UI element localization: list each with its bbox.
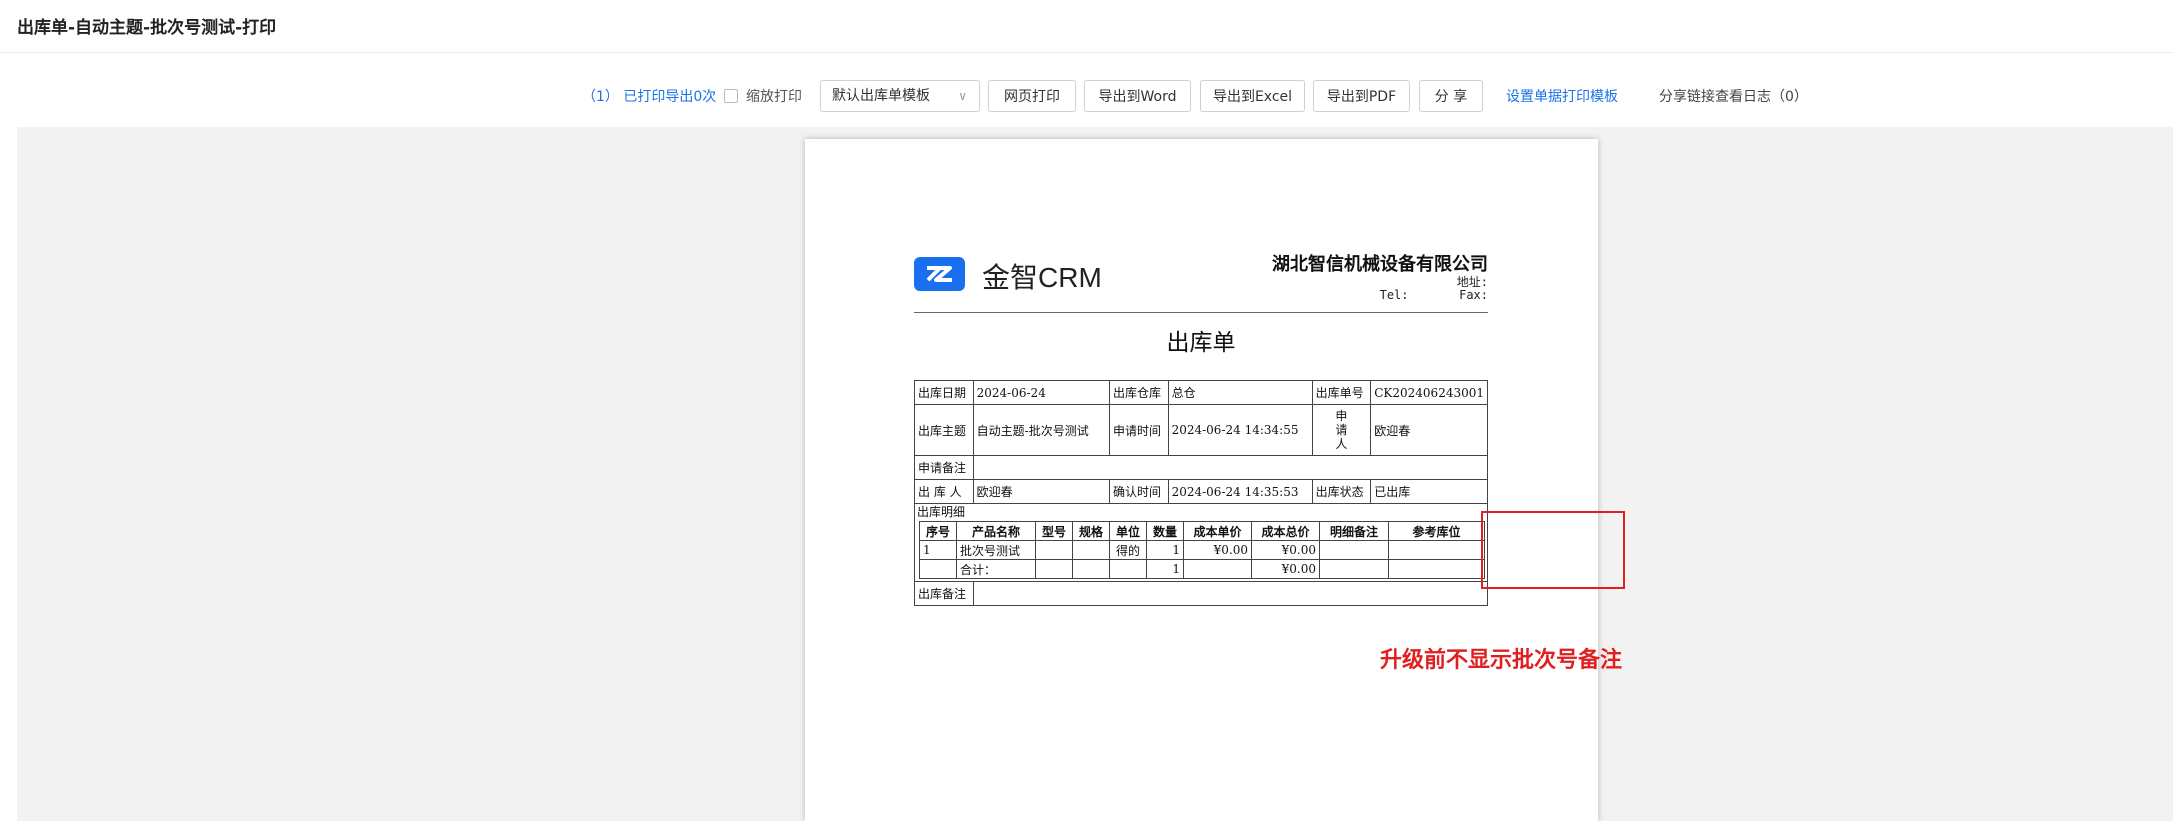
detail-table: 序号 产品名称 型号 规格 单位 数量 成本单价 成本总价 明细备注 参考库位 … (919, 521, 1485, 579)
share-button[interactable]: 分 享 (1419, 80, 1483, 112)
tel-fax-row: Tel: Fax: (1380, 288, 1488, 302)
outbound-person-value: 欧迎春 (972, 479, 1110, 504)
applicant-value: 欧迎春 (1370, 404, 1488, 456)
remark-value (972, 581, 1489, 606)
detail-total-row: 合计： 1 ¥0.00 (919, 559, 1485, 579)
print-count-link[interactable]: （1） 已打印导出0次 (582, 80, 716, 114)
status-value: 已出库 (1370, 479, 1488, 504)
detail-header: 数量 (1146, 521, 1184, 541)
top-bar: 出库单-自动主题-批次号测试-打印 (0, 0, 2173, 53)
share-log-link[interactable]: 分享链接查看日志（0） (1659, 80, 1808, 114)
detail-cell-qty: 1 (1146, 540, 1184, 560)
total-empty (1072, 559, 1110, 579)
apply-note-label: 申请备注 (914, 455, 974, 480)
web-print-button[interactable]: 网页打印 (988, 80, 1076, 112)
detail-header: 序号 (919, 521, 957, 541)
total-empty (1035, 559, 1073, 579)
table-row: 出库主题 自动主题-批次号测试 申请时间 2024-06-24 14:34:55… (914, 404, 1488, 456)
number-value: CK202406243001 (1370, 380, 1488, 405)
confirm-time-label: 确认时间 (1108, 479, 1169, 504)
detail-header: 规格 (1072, 521, 1110, 541)
detail-header: 单位 (1109, 521, 1147, 541)
document-title: 出库单 (1166, 330, 1236, 356)
table-row: 出库备注 (914, 581, 1489, 606)
detail-cell-unit: 得的 (1109, 540, 1147, 560)
confirm-time-value: 2024-06-24 14:35:53 (1167, 479, 1313, 504)
detail-header: 成本总价 (1251, 521, 1320, 541)
annotation-highlight-box (1481, 511, 1625, 589)
total-empty (1388, 559, 1485, 579)
total-cost: ¥0.00 (1251, 559, 1320, 579)
detail-cell-total-cost: ¥0.00 (1251, 540, 1320, 560)
subject-value: 自动主题-批次号测试 (972, 404, 1110, 456)
template-select-value: 默认出库单模板 (832, 88, 930, 104)
tel-label: Tel: (1379, 288, 1409, 302)
logo-icon (914, 257, 965, 291)
zoom-print-label[interactable]: 缩放打印 (746, 80, 802, 114)
date-value: 2024-06-24 (972, 380, 1110, 405)
total-empty (1183, 559, 1252, 579)
export-word-button[interactable]: 导出到Word (1084, 80, 1191, 112)
detail-header: 产品名称 (956, 521, 1036, 541)
table-row: 出库明细 序号 产品名称 型号 规格 单位 数量 成本单价 成本总价 明细备注 … (914, 503, 1488, 582)
header-divider (914, 312, 1488, 313)
table-row: 1 批次号测试 得的 1 ¥0.00 ¥0.00 (919, 540, 1485, 560)
detail-cell: 出库明细 序号 产品名称 型号 规格 单位 数量 成本单价 成本总价 明细备注 … (914, 503, 1488, 582)
remark-label: 出库备注 (914, 581, 974, 606)
detail-cell-note (1319, 540, 1389, 560)
detail-cell-model (1035, 540, 1073, 560)
table-row: 申请备注 (914, 455, 1489, 480)
export-excel-button[interactable]: 导出到Excel (1200, 80, 1305, 112)
company-name: 湖北智信机械设备有限公司 (1272, 254, 1488, 275)
number-label: 出库单号 (1311, 380, 1372, 405)
total-qty: 1 (1146, 559, 1184, 579)
page-title: 出库单-自动主题-批次号测试-打印 (17, 18, 277, 38)
apply-time-value: 2024-06-24 14:34:55 (1167, 404, 1313, 456)
info-table: 出库日期 2024-06-24 出库仓库 总仓 出库单号 CK202406243… (914, 380, 1489, 606)
print-paper: 金智CRM 湖北智信机械设备有限公司 地址: Tel: Fax: 出库单 出库日… (805, 139, 1598, 821)
detail-cell-product: 批次号测试 (956, 540, 1036, 560)
total-empty (919, 559, 957, 579)
subject-label: 出库主题 (914, 404, 974, 456)
date-label: 出库日期 (914, 380, 974, 405)
detail-cell-spec (1072, 540, 1110, 560)
zoom-print-checkbox[interactable] (724, 89, 738, 103)
total-empty (1109, 559, 1147, 579)
apply-note-value (972, 455, 1489, 480)
total-empty (1319, 559, 1389, 579)
template-select[interactable]: 默认出库单模板 ∨ (820, 80, 980, 112)
detail-label: 出库明细 (917, 505, 966, 519)
applicant-label: 申 请 人 (1311, 404, 1372, 456)
total-label: 合计： (956, 559, 1036, 579)
logo-text: 金智CRM (982, 262, 1102, 293)
fax-label: Fax: (1459, 288, 1488, 302)
export-pdf-button[interactable]: 导出到PDF (1313, 80, 1410, 112)
warehouse-label: 出库仓库 (1108, 380, 1169, 405)
status-label: 出库状态 (1311, 479, 1372, 504)
detail-header: 明细备注 (1319, 521, 1389, 541)
annotation-text: 升级前不显示批次号备注 (1380, 647, 1623, 673)
chevron-down-icon: ∨ (958, 89, 967, 103)
detail-header-row: 序号 产品名称 型号 规格 单位 数量 成本单价 成本总价 明细备注 参考库位 (919, 521, 1485, 541)
print-toolbar: （1） 已打印导出0次 缩放打印 默认出库单模板 ∨ 网页打印 导出到Word … (0, 80, 2173, 114)
detail-header: 型号 (1035, 521, 1073, 541)
detail-cell-index: 1 (919, 540, 957, 560)
table-row: 出 库 人 欧迎春 确认时间 2024-06-24 14:35:53 出库状态 … (914, 479, 1488, 504)
table-row: 出库日期 2024-06-24 出库仓库 总仓 出库单号 CK202406243… (914, 380, 1488, 405)
detail-cell-location (1388, 540, 1485, 560)
outbound-person-label: 出 库 人 (914, 479, 974, 504)
apply-time-label: 申请时间 (1108, 404, 1169, 456)
warehouse-value: 总仓 (1167, 380, 1313, 405)
detail-header: 成本单价 (1183, 521, 1252, 541)
logo-mark (926, 266, 952, 282)
detail-header: 参考库位 (1388, 521, 1485, 541)
detail-cell-unit-cost: ¥0.00 (1183, 540, 1252, 560)
set-template-link[interactable]: 设置单据打印模板 (1506, 80, 1618, 114)
